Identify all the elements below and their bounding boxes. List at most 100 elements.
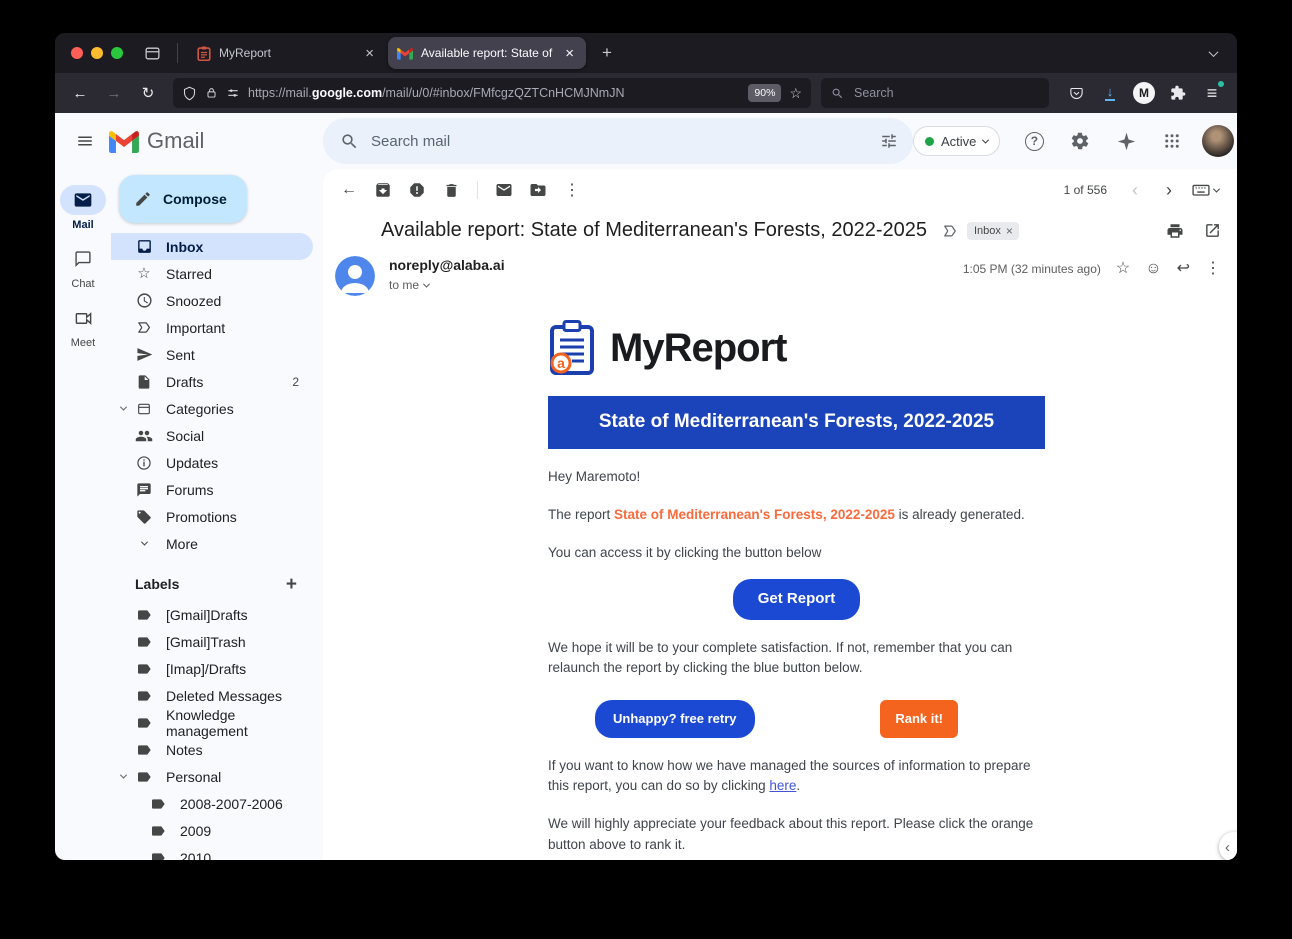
- create-label-button[interactable]: +: [286, 575, 297, 594]
- tab-myreport[interactable]: MyReport ×: [188, 37, 386, 69]
- chevron-down-icon: [1212, 185, 1221, 193]
- sidebar-item-important[interactable]: Important: [111, 314, 313, 341]
- sidebar-item-starred[interactable]: ☆ Starred: [111, 260, 313, 287]
- support-button[interactable]: ?: [1012, 119, 1056, 163]
- rail-item-meet[interactable]: Meet: [60, 303, 106, 349]
- sender-avatar[interactable]: [335, 256, 375, 296]
- label-item[interactable]: [Imap]/Drafts: [111, 655, 313, 682]
- older-email-button[interactable]: ›: [1153, 174, 1185, 206]
- search-filter-button[interactable]: [869, 121, 909, 161]
- open-in-new-window-button[interactable]: [1204, 222, 1221, 240]
- gmail-logo[interactable]: Gmail: [109, 128, 213, 154]
- forward-button[interactable]: →: [99, 78, 129, 108]
- gmail-wordmark: Gmail: [147, 128, 205, 153]
- label-item[interactable]: Notes: [111, 736, 313, 763]
- profile-avatar: [1202, 125, 1235, 157]
- sidebar-item-snoozed[interactable]: Snoozed: [111, 287, 313, 314]
- pocket-button[interactable]: [1061, 78, 1091, 108]
- label-item[interactable]: 2008-2007-2006: [111, 790, 313, 817]
- tracking-shield-icon[interactable]: [182, 86, 197, 101]
- label-item[interactable]: Knowledge management: [111, 707, 313, 739]
- label-item-personal[interactable]: Personal: [111, 763, 313, 790]
- sources-here-link[interactable]: here: [769, 778, 796, 793]
- close-tab-icon[interactable]: ×: [362, 45, 377, 62]
- search-button[interactable]: [329, 121, 369, 161]
- sidebar-item-more[interactable]: More: [111, 530, 313, 557]
- sidebar-item-drafts[interactable]: Drafts 2: [111, 368, 313, 395]
- gmail-search-input[interactable]: [369, 131, 869, 151]
- rail-item-mail[interactable]: Mail: [60, 185, 106, 231]
- desktop-background: MyReport × Available report: State of Me…: [0, 0, 1292, 939]
- firef-account-button[interactable]: M: [1129, 78, 1159, 108]
- label-item[interactable]: Deleted Messages: [111, 682, 313, 709]
- delete-button[interactable]: [435, 174, 467, 206]
- new-tab-button[interactable]: +: [592, 38, 622, 68]
- gemini-button[interactable]: [1104, 119, 1148, 163]
- side-panel-collapse-button[interactable]: ‹: [1219, 832, 1237, 860]
- important-marker-icon[interactable]: [941, 222, 959, 240]
- mark-unread-button[interactable]: [488, 174, 520, 206]
- back-to-inbox-button[interactable]: ←: [333, 174, 365, 206]
- recipient-row[interactable]: to me: [389, 278, 505, 293]
- rank-it-button[interactable]: Rank it!: [880, 700, 958, 738]
- downloads-button[interactable]: ↓: [1095, 78, 1125, 108]
- report-spam-button[interactable]: [401, 174, 433, 206]
- zoom-indicator[interactable]: 90%: [748, 84, 782, 102]
- free-retry-button[interactable]: Unhappy? free retry: [595, 700, 755, 738]
- lock-icon[interactable]: [205, 86, 218, 100]
- label-item[interactable]: 2009: [111, 817, 313, 844]
- reply-button[interactable]: ↩: [1177, 261, 1190, 277]
- close-tab-icon[interactable]: ×: [562, 45, 577, 62]
- main-menu-button[interactable]: [63, 119, 107, 163]
- list-all-tabs-button[interactable]: [1199, 39, 1227, 67]
- firefox-view-button[interactable]: [137, 38, 167, 68]
- compose-button[interactable]: Compose: [119, 175, 247, 223]
- archive-button[interactable]: [367, 174, 399, 206]
- remove-label-icon[interactable]: ×: [1006, 225, 1013, 237]
- back-button[interactable]: ←: [65, 78, 95, 108]
- minimize-window-button[interactable]: [91, 47, 103, 59]
- profile-button[interactable]: [1196, 119, 1237, 163]
- star-message-button[interactable]: ☆: [1116, 261, 1130, 277]
- status-selector[interactable]: Active: [913, 126, 1001, 156]
- message-more-button[interactable]: ⋮: [1205, 261, 1221, 277]
- extensions-button[interactable]: [1163, 78, 1193, 108]
- address-bar[interactable]: https://mail.google.com/mail/u/0/#inbox/…: [173, 78, 811, 108]
- sidebar-item-social[interactable]: Social: [111, 422, 313, 449]
- google-apps-button[interactable]: [1150, 119, 1194, 163]
- reload-button[interactable]: ↻: [133, 78, 163, 108]
- get-report-button[interactable]: Get Report: [732, 579, 861, 620]
- fullscreen-window-button[interactable]: [111, 47, 123, 59]
- close-window-button[interactable]: [71, 47, 83, 59]
- newer-email-button[interactable]: ‹: [1119, 174, 1151, 206]
- browser-search-input[interactable]: [852, 85, 1039, 101]
- print-button[interactable]: [1166, 222, 1184, 240]
- bookmark-star-icon[interactable]: ☆: [789, 85, 802, 102]
- label-item[interactable]: [Gmail]Drafts: [111, 601, 313, 628]
- gmail-search-bar[interactable]: [323, 118, 913, 164]
- expander-icon[interactable]: [118, 771, 128, 779]
- settings-button[interactable]: [1058, 119, 1102, 163]
- sidebar-item-sent[interactable]: Sent: [111, 341, 313, 368]
- sidebar-item-categories[interactable]: Categories: [111, 395, 313, 422]
- report-name-link[interactable]: State of Mediterranean's Forests, 2022-2…: [614, 507, 895, 522]
- input-tools-button[interactable]: [1187, 174, 1223, 206]
- sidebar-item-inbox[interactable]: Inbox: [111, 233, 313, 260]
- expander-icon[interactable]: [118, 403, 128, 411]
- rail-item-chat[interactable]: Chat: [60, 244, 106, 290]
- application-menu-button[interactable]: ≡: [1197, 78, 1227, 108]
- more-actions-button[interactable]: ⋮: [556, 174, 588, 206]
- sidebar-item-forums[interactable]: Forums: [111, 476, 313, 503]
- inbox-label-chip[interactable]: Inbox ×: [967, 221, 1019, 240]
- move-to-button[interactable]: [522, 174, 554, 206]
- permissions-icon[interactable]: [226, 86, 240, 100]
- meet-pill: [60, 303, 106, 333]
- sidebar-item-promotions[interactable]: Promotions: [111, 503, 313, 530]
- label-item[interactable]: 2010: [111, 844, 313, 860]
- emoji-reaction-button[interactable]: ☺: [1145, 261, 1161, 277]
- label-item[interactable]: [Gmail]Trash: [111, 628, 313, 655]
- label-name: [Gmail]Trash: [166, 633, 246, 650]
- tab-gmail-active[interactable]: Available report: State of Medite ×: [388, 37, 586, 69]
- sidebar-item-updates[interactable]: Updates: [111, 449, 313, 476]
- browser-search-bar[interactable]: [821, 78, 1049, 108]
